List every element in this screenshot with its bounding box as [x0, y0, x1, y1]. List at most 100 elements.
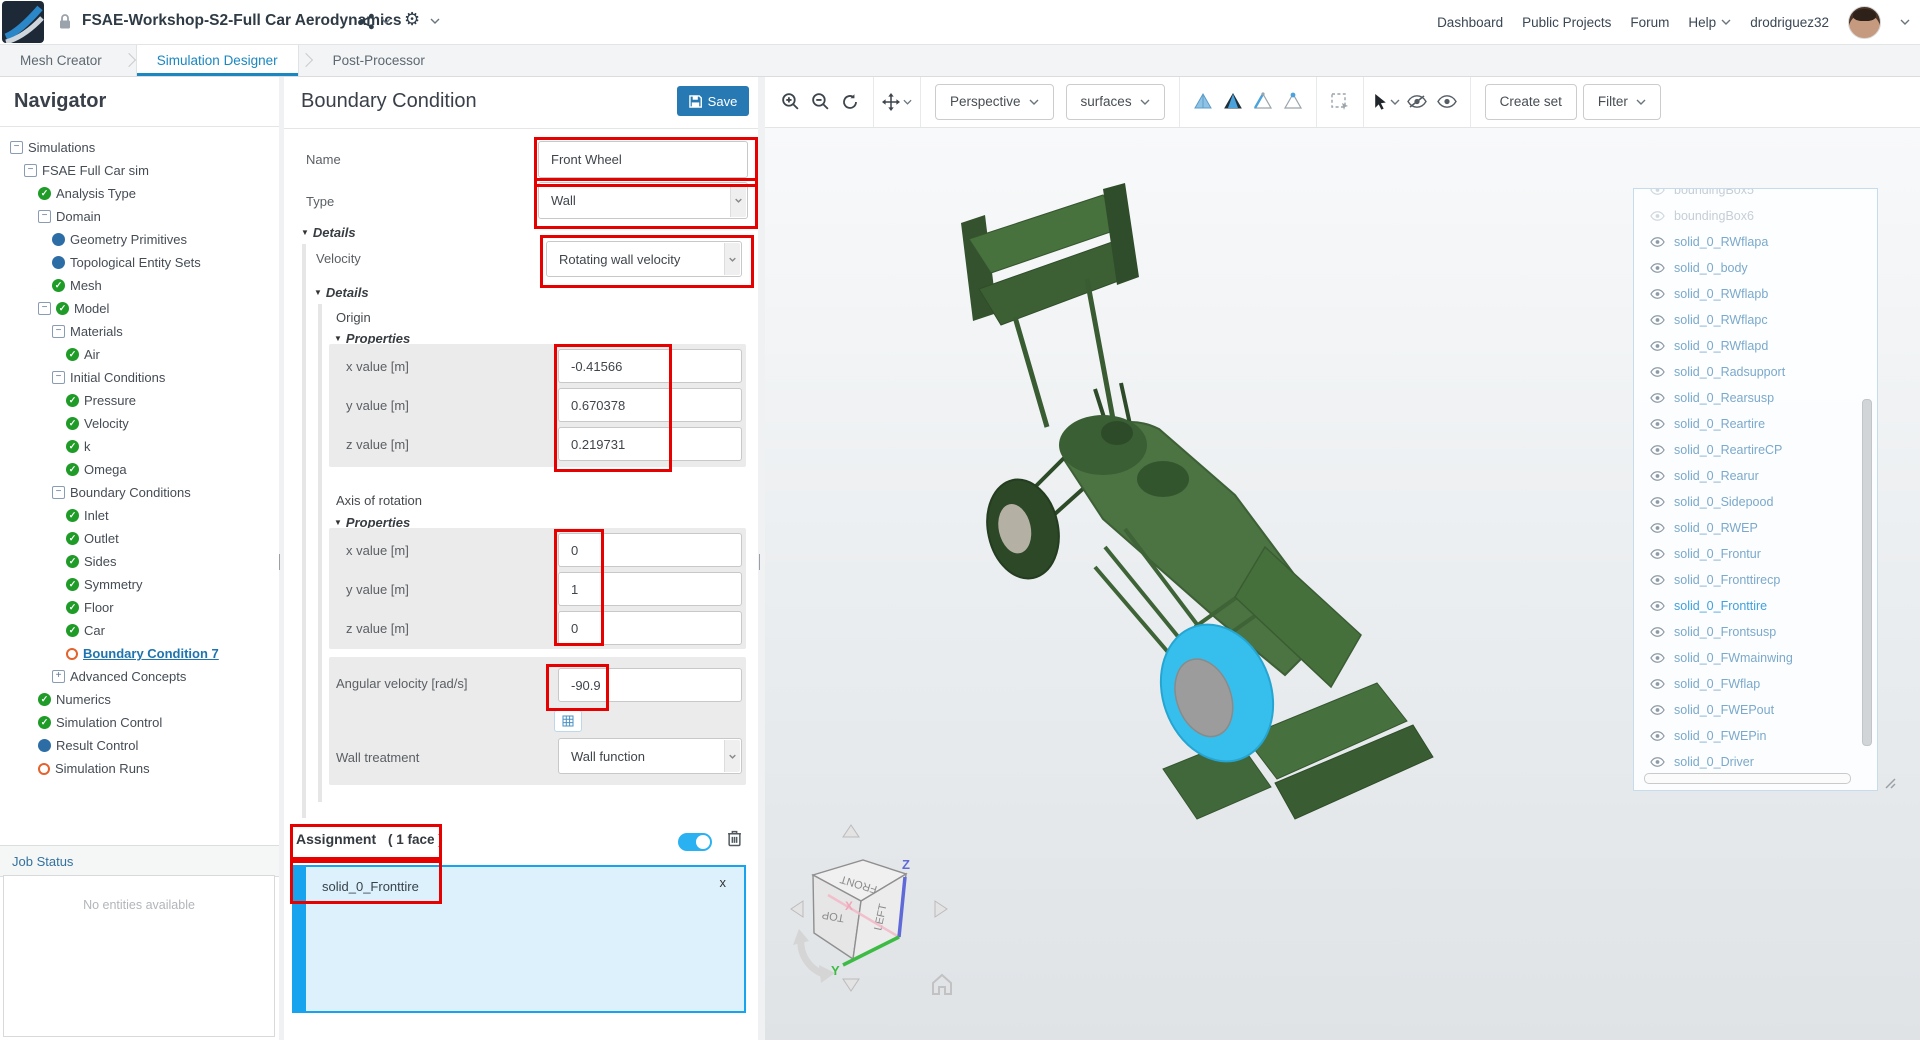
solids-list-item[interactable]: solid_0_FWmainwing [1634, 645, 1877, 671]
solid-name[interactable]: solid_0_RWflapa [1674, 235, 1768, 249]
solid-name[interactable]: solid_0_Reartire [1674, 417, 1765, 431]
tree-item[interactable]: Result Control [0, 734, 279, 757]
tree-item-label[interactable]: Inlet [84, 508, 109, 523]
eye-icon[interactable] [1650, 211, 1665, 221]
tab-post-processor[interactable]: Post-Processor [313, 44, 445, 76]
zoom-out-icon[interactable] [805, 85, 835, 119]
tree-item[interactable]: ✓ Symmetry [0, 573, 279, 596]
tree-item-label[interactable]: FSAE Full Car sim [42, 163, 149, 178]
trash-icon[interactable] [727, 829, 742, 847]
tree-item[interactable]: ✓ Omega [0, 458, 279, 481]
tree-item-label[interactable]: Sides [84, 554, 117, 569]
form-splitter[interactable] [758, 76, 766, 1040]
tree-item[interactable]: Simulation Runs [0, 757, 279, 780]
eye-icon[interactable] [1650, 757, 1665, 767]
solids-list-item[interactable]: solid_0_ReartireCP [1634, 437, 1877, 463]
eye-icon[interactable] [1650, 523, 1665, 533]
solid-name[interactable]: solid_0_RWEP [1674, 521, 1758, 535]
tree-item[interactable]: ✓ Car [0, 619, 279, 642]
tree-item[interactable]: − Materials [0, 320, 279, 343]
tree-item[interactable]: ✓ Analysis Type [0, 182, 279, 205]
collapse-icon[interactable]: − [38, 302, 51, 315]
solids-vertical-scrollbar[interactable] [1862, 399, 1872, 746]
tree-item-label[interactable]: Simulation Control [56, 715, 162, 730]
solids-list-item[interactable]: boundingBox6 [1634, 203, 1877, 229]
solids-list-item[interactable]: solid_0_body [1634, 255, 1877, 281]
solids-list-item[interactable]: solid_0_FWEPout [1634, 697, 1877, 723]
solid-name[interactable]: boundingBox5 [1674, 189, 1754, 197]
navigation-cube[interactable]: FRONT TOP LEFT X Z Y [783, 817, 1013, 1017]
job-status-header[interactable]: Job Status [0, 845, 279, 877]
tree-item-label[interactable]: Boundary Condition 7 [83, 646, 219, 661]
eye-icon[interactable] [1650, 263, 1665, 273]
select-volume-icon[interactable] [1188, 85, 1218, 119]
inner-details-section-header[interactable]: ▼ Details [314, 285, 369, 300]
nav-link-dashboard[interactable]: Dashboard [1437, 15, 1503, 30]
solid-name[interactable]: solid_0_RWflapb [1674, 287, 1768, 301]
select-edge-icon[interactable] [1248, 85, 1278, 119]
details-section-header[interactable]: ▼ Details [301, 225, 356, 240]
tree-item-label[interactable]: Domain [56, 209, 101, 224]
zoom-in-icon[interactable] [775, 85, 805, 119]
solids-list-item[interactable]: solid_0_Driver [1634, 749, 1877, 775]
eye-icon[interactable] [1650, 419, 1665, 429]
solids-list-item[interactable]: solid_0_Rearsusp [1634, 385, 1877, 411]
solid-name[interactable]: solid_0_Sidepood [1674, 495, 1773, 509]
solid-name[interactable]: solid_0_RWflapc [1674, 313, 1768, 327]
solid-name[interactable]: boundingBox6 [1674, 209, 1754, 223]
eye-icon[interactable] [1650, 653, 1665, 663]
wall-treatment-select[interactable]: Wall function [558, 738, 742, 774]
axis-x-input[interactable] [558, 533, 742, 567]
nav-link-help[interactable]: Help [1688, 15, 1731, 30]
overlay-resize-grip[interactable] [1882, 775, 1896, 789]
eye-icon[interactable] [1650, 705, 1665, 715]
viewport-canvas[interactable]: FRONT TOP LEFT X Z Y boundingBox5 boundin… [765, 127, 1920, 1040]
solids-horizontal-scrollbar[interactable] [1644, 773, 1851, 784]
tree-item[interactable]: ✓ Inlet [0, 504, 279, 527]
eye-icon[interactable] [1650, 575, 1665, 585]
solids-list-item[interactable]: solid_0_Frontur [1634, 541, 1877, 567]
tree-item-label[interactable]: Floor [84, 600, 114, 615]
tree-item[interactable]: ✓ Numerics [0, 688, 279, 711]
projection-select[interactable]: Perspective [935, 83, 1054, 120]
collapse-icon[interactable]: − [10, 141, 23, 154]
solids-list-item[interactable]: solid_0_RWEP [1634, 515, 1877, 541]
solid-name[interactable]: solid_0_Driver [1674, 755, 1754, 769]
tree-item[interactable]: − Boundary Conditions [0, 481, 279, 504]
solids-list-item[interactable]: solid_0_FWEPin [1634, 723, 1877, 749]
save-button[interactable]: Save [677, 86, 749, 116]
remove-assignment-button[interactable]: x [720, 875, 727, 890]
solids-list-item[interactable]: solid_0_Sidepood [1634, 489, 1877, 515]
avatar[interactable] [1848, 5, 1881, 39]
tree-item[interactable]: − FSAE Full Car sim [0, 159, 279, 182]
solids-list-item[interactable]: solid_0_FWflap [1634, 671, 1877, 697]
tree-item-label[interactable]: Initial Conditions [70, 370, 165, 385]
solids-list-item[interactable]: solid_0_RWflapa [1634, 229, 1877, 255]
gear-icon[interactable]: ⚙ [404, 9, 420, 30]
account-chevron-icon[interactable] [1900, 19, 1910, 25]
eye-icon[interactable] [1650, 393, 1665, 403]
tree-item-label[interactable]: Velocity [84, 416, 129, 431]
eye-icon[interactable] [1650, 341, 1665, 351]
render-mode-select[interactable]: surfaces [1065, 83, 1165, 120]
simscale-logo[interactable] [2, 1, 44, 43]
eye-icon[interactable] [1650, 627, 1665, 637]
tree-item-label[interactable]: k [84, 439, 91, 454]
hide-selected-icon[interactable] [1402, 85, 1432, 119]
tab-mesh-creator[interactable]: Mesh Creator [0, 44, 122, 76]
origin-x-input[interactable] [558, 349, 742, 383]
show-all-icon[interactable] [1432, 85, 1462, 119]
tree-item-label[interactable]: Result Control [56, 738, 138, 753]
solid-name[interactable]: solid_0_ReartireCP [1674, 443, 1782, 457]
solid-name[interactable]: solid_0_Fronttirecp [1674, 573, 1780, 587]
select-node-icon[interactable] [1278, 85, 1308, 119]
share-icon[interactable] [358, 13, 375, 30]
solid-name[interactable]: solid_0_FWflap [1674, 677, 1760, 691]
tree-item-label[interactable]: Numerics [56, 692, 111, 707]
username[interactable]: drodriguez32 [1750, 15, 1829, 30]
axis-z-input[interactable] [558, 611, 742, 645]
collapse-icon[interactable]: − [52, 371, 65, 384]
tree-item[interactable]: ✓ Outlet [0, 527, 279, 550]
solids-list-item[interactable]: solid_0_RWflapb [1634, 281, 1877, 307]
tree-item[interactable]: − Simulations [0, 136, 279, 159]
